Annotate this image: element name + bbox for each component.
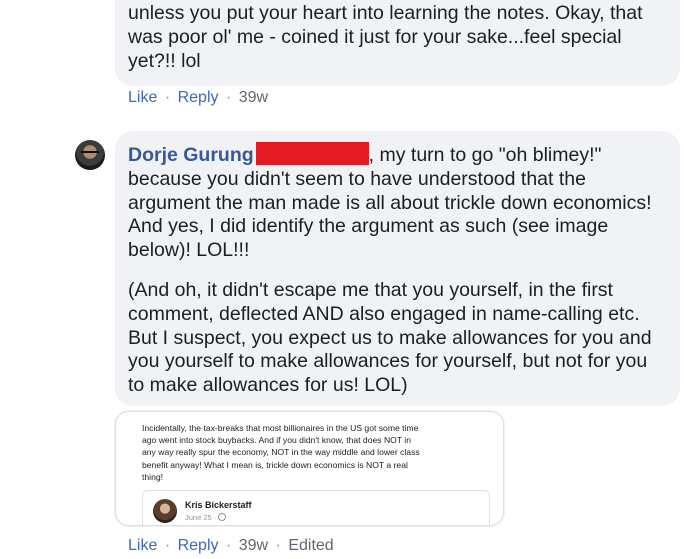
- avatar[interactable]: [75, 140, 105, 170]
- attached-image[interactable]: Incidentally, the tax-breaks that most b…: [115, 411, 504, 526]
- comment-line: argument the man made is all about trick…: [128, 191, 652, 214]
- comment-line: was poor ol' me - coined it just for you…: [128, 25, 622, 48]
- quoted-date: June 25 ·: [185, 513, 217, 522]
- timestamp[interactable]: 39w: [239, 537, 268, 554]
- author-name[interactable]: Dorje Gurung: [128, 144, 254, 166]
- quoted-avatar: [153, 499, 177, 523]
- comment-actions: Like · Reply · 39w · Edited: [128, 537, 334, 555]
- quoted-comment-card: Kris Bickerstaff June 25 ·: [142, 490, 490, 525]
- redaction-box: [255, 142, 369, 165]
- quoted-meta: June 25 ·: [185, 513, 227, 522]
- comment-line: yet?!! lol: [128, 49, 201, 72]
- attached-line: benefit anyway! What I mean is, trickle …: [142, 459, 408, 470]
- avatar-detail: [81, 151, 99, 158]
- comment-line: unless you put your heart into learning …: [128, 2, 643, 24]
- comment-line: you yourself to make allowances for your…: [128, 350, 648, 373]
- separator: ·: [225, 537, 232, 554]
- comment-line: But I suspect, you expect us to make all…: [128, 326, 652, 349]
- reply-link[interactable]: Reply: [178, 89, 219, 106]
- attached-line: ago went into stock buybacks. And if you…: [142, 435, 411, 446]
- comment-line: to make allowances for us! LOL): [128, 374, 408, 397]
- separator: ·: [225, 89, 232, 106]
- comment-line: And yes, I did identify the argument as …: [128, 215, 609, 238]
- attached-image-text: Incidentally, the tax-breaks that most b…: [142, 422, 487, 483]
- comment-actions: Like · Reply · 39w: [128, 89, 268, 107]
- comment-paragraph: Dorje Gurung , my turn to go "oh blimey!"…: [128, 142, 668, 263]
- comment-line: below)! LOL!!!: [128, 239, 250, 262]
- comment-line: comment, deflected AND also engaged in n…: [128, 302, 640, 325]
- comment-bubble: Dorje Gurung , my turn to go "oh blimey!"…: [115, 131, 680, 406]
- quoted-author: Kris Bickerstaff: [185, 500, 252, 510]
- comment-line: , my turn to go "oh blimey!": [368, 144, 602, 166]
- comment-text: unless you put your heart into learning …: [128, 2, 668, 73]
- comment-text: Dorje Gurung , my turn to go "oh blimey!"…: [128, 142, 668, 398]
- timestamp[interactable]: 39w: [239, 89, 268, 106]
- like-link[interactable]: Like: [128, 537, 157, 554]
- attached-line: Incidentally, the tax-breaks that most b…: [142, 423, 419, 433]
- separator: ·: [164, 89, 171, 106]
- comment-line: because you didn't seem to have understo…: [128, 167, 586, 190]
- separator: ·: [164, 537, 171, 554]
- globe-icon: [218, 513, 227, 521]
- edited-label[interactable]: Edited: [288, 537, 333, 554]
- comment-line: (And oh, it didn't escape me that you yo…: [128, 278, 613, 301]
- comment-paragraph: (And oh, it didn't escape me that you yo…: [128, 279, 668, 398]
- comment-bubble: unless you put your heart into learning …: [115, 0, 680, 86]
- separator: ·: [275, 537, 281, 554]
- like-link[interactable]: Like: [128, 89, 157, 106]
- attached-line: thing!: [142, 471, 164, 482]
- attached-line: any way really spur the economy, NOT in …: [142, 447, 420, 458]
- reply-link[interactable]: Reply: [178, 537, 219, 554]
